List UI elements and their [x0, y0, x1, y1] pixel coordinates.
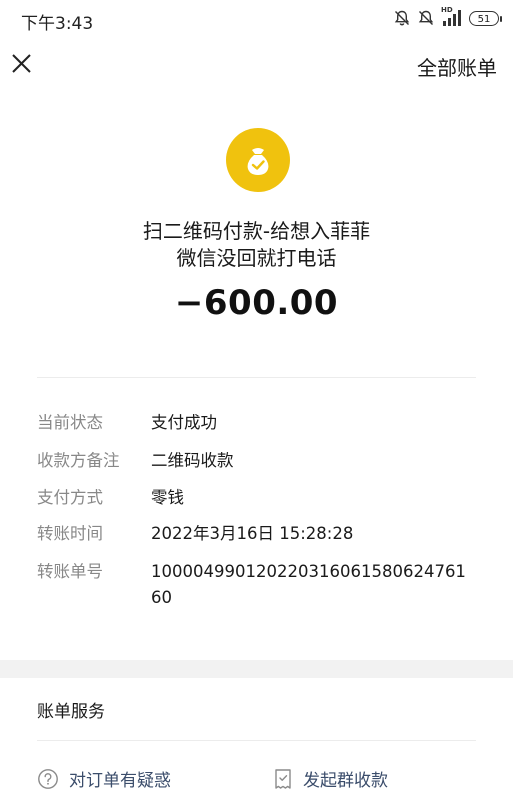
receipt-icon: [275, 768, 291, 789]
all-bills-link[interactable]: 全部账单: [417, 52, 497, 81]
detail-value: 二维码收款: [151, 451, 234, 470]
section-separator: [0, 660, 513, 678]
detail-label: 当前状态: [37, 413, 103, 432]
detail-value[interactable]: 100004990120220316061580624761​60: [151, 559, 473, 611]
money-bag-check-icon: [226, 128, 290, 192]
detail-value: 支付成功: [151, 413, 217, 432]
status-icons: HD 51: [393, 6, 502, 28]
detail-label: 转账单号: [37, 562, 103, 581]
order-question-button[interactable]: 对订单有疑惑: [37, 766, 171, 791]
group-collect-label: 发起群收款: [303, 771, 388, 791]
services-title: 账单服务: [37, 702, 105, 722]
detail-value: 2022年3月16日 15:28:28: [151, 524, 354, 543]
detail-value: 零钱: [151, 488, 184, 507]
status-time: 下午3:43: [21, 14, 94, 34]
close-button[interactable]: [8, 50, 36, 78]
status-bar: 下午3:43 HD 51: [0, 0, 513, 38]
order-question-label: 对订单有疑惑: [69, 771, 171, 791]
bell-muted-icon: [394, 10, 410, 26]
group-collect-button[interactable]: 发起群收款: [273, 766, 388, 791]
divider: [37, 377, 476, 378]
transaction-amount: −600.00: [174, 283, 339, 323]
detail-label: 支付方式: [37, 488, 103, 507]
transaction-title: 扫二维码付款-给想入菲菲: [142, 219, 371, 243]
alarm-off-icon: [418, 10, 434, 25]
question-circle-icon: [38, 768, 58, 789]
divider: [37, 740, 476, 741]
detail-label: 转账时间: [37, 524, 103, 543]
nav-bar: 全部账单: [0, 40, 513, 94]
battery-icon: 51: [469, 10, 502, 26]
signal-icon: HD: [441, 6, 463, 27]
close-icon: [12, 54, 31, 73]
detail-label: 收款方备注: [37, 451, 120, 470]
transaction-note: 微信没回就打电话: [176, 246, 337, 270]
